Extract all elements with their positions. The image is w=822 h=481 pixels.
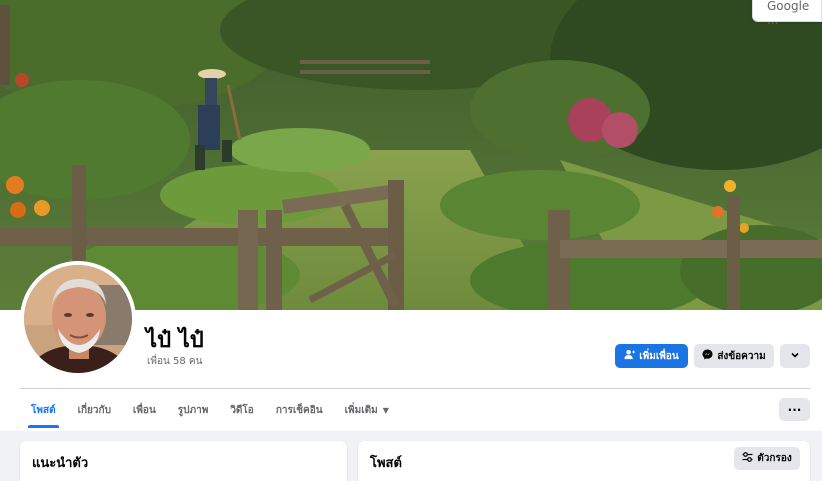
- tab-checkins[interactable]: การเช็คอิน: [265, 392, 334, 428]
- tab-posts-label: โพสต์: [31, 404, 56, 416]
- message-label: ส่งข้อความ: [717, 350, 766, 362]
- caret-down-icon: ▼: [382, 405, 389, 415]
- tab-checkins-label: การเช็คอิน: [275, 404, 323, 416]
- tab-friends[interactable]: เพื่อน: [122, 392, 167, 428]
- profile-avatar[interactable]: [20, 261, 136, 377]
- avatar-photo: [24, 265, 132, 373]
- intro-panel: แนะนำตัว: [20, 441, 347, 481]
- intro-title: แนะนำตัว: [32, 456, 89, 471]
- profile-header: Google ... ไป๋ ไป๋ เพื่อน 58 คน เพิ่มเพื…: [0, 0, 822, 431]
- chevron-down-icon: [790, 350, 800, 363]
- message-button[interactable]: ส่งข้อความ: [694, 344, 774, 368]
- tab-posts[interactable]: โพสต์: [20, 392, 67, 428]
- header-divider: [20, 388, 810, 389]
- cover-photo-image: [0, 0, 822, 310]
- filter-button[interactable]: ตัวกรอง: [734, 447, 800, 470]
- tab-more-label: เพิ่มเติม: [344, 404, 378, 416]
- tab-videos[interactable]: วิดีโอ: [219, 392, 265, 428]
- tab-about[interactable]: เกี่ยวกับ: [67, 392, 122, 428]
- tab-videos-label: วิดีโอ: [230, 404, 254, 416]
- tab-photos[interactable]: รูปภาพ: [167, 392, 220, 428]
- tabs-overflow-button[interactable]: ···: [779, 398, 810, 421]
- add-friend-label: เพิ่มเพื่อน: [639, 350, 679, 362]
- tab-more[interactable]: เพิ่มเติม ▼: [334, 392, 400, 428]
- messenger-icon: [702, 349, 713, 363]
- posts-title: โพสต์: [370, 456, 402, 471]
- add-friend-button[interactable]: เพิ่มเพื่อน: [615, 344, 688, 368]
- ellipsis-icon: ···: [787, 402, 802, 417]
- posts-panel: โพสต์ ตัวกรอง: [358, 441, 810, 481]
- tab-about-label: เกี่ยวกับ: [77, 404, 111, 416]
- sliders-icon: [742, 452, 753, 465]
- profile-tabs: โพสต์ เกี่ยวกับ เพื่อน รูปภาพ วิดีโอ การ…: [20, 392, 400, 428]
- tab-friends-label: เพื่อน: [132, 404, 156, 416]
- profile-more-button[interactable]: [780, 344, 810, 368]
- profile-name: ไป๋ ไป๋: [146, 328, 204, 353]
- friend-count[interactable]: เพื่อน 58 คน: [147, 354, 202, 369]
- tab-photos-label: รูปภาพ: [177, 404, 209, 416]
- language-widget[interactable]: Google ...: [752, 0, 822, 27]
- person-plus-icon: [624, 349, 636, 363]
- cover-photo[interactable]: [0, 0, 822, 310]
- filter-label: ตัวกรอง: [757, 453, 792, 464]
